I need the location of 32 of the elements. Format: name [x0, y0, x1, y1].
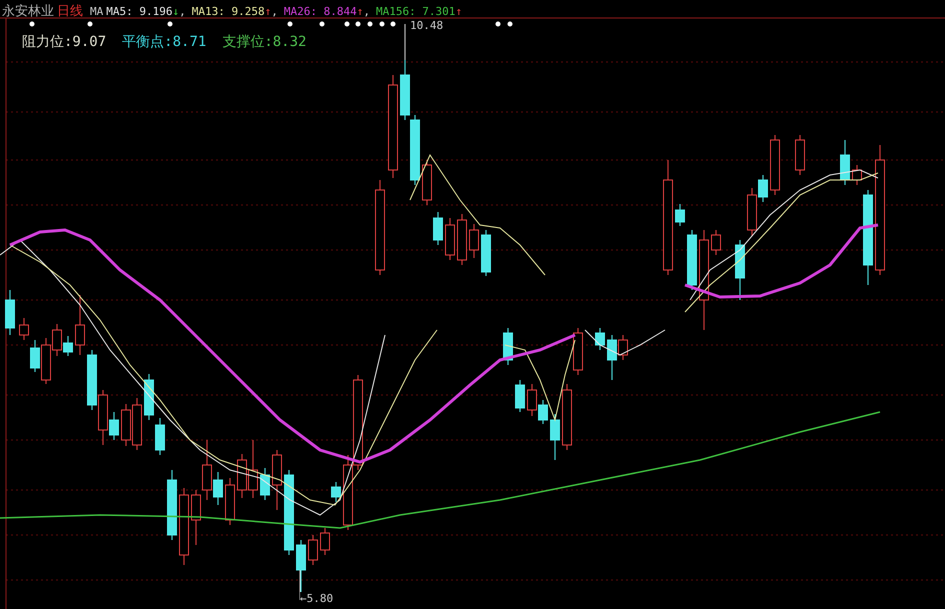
ma-value: MA13: 9.258 — [192, 5, 265, 18]
signal-dot-icon — [390, 22, 396, 26]
signal-dot-icon — [508, 22, 512, 26]
signal-dot-icon — [380, 22, 384, 26]
level-label: 阻力位:9.07 — [22, 33, 106, 51]
indicator-label: MA — [90, 5, 104, 18]
signal-dot-icon — [168, 22, 172, 26]
price-label: ←5.80 — [300, 592, 334, 605]
ma-value: MA26: 8.844 — [284, 5, 357, 18]
stock-name: 永安林业 — [2, 3, 54, 20]
period-label: 日线 — [57, 3, 83, 20]
signal-dot-icon — [88, 22, 92, 26]
signal-dot-icon — [496, 22, 500, 26]
trend-arrow: ↑ — [356, 5, 364, 18]
signal-dot-icon — [344, 22, 350, 26]
signal-dot-icon — [320, 22, 324, 26]
separator: , — [179, 5, 186, 18]
price-label: 10.48 — [410, 19, 444, 32]
separator: , — [363, 5, 370, 18]
level-label: 平衡点:8.71 — [122, 33, 206, 51]
trend-arrow: ↓ — [172, 5, 180, 18]
separator: , — [271, 5, 278, 18]
signal-dot-icon — [30, 22, 34, 26]
signal-dot-icon — [368, 22, 372, 26]
ma-value: MA156: 7.301 — [376, 5, 456, 18]
ma-value: MA5: 9.196 — [106, 5, 172, 18]
trend-arrow: ↑ — [264, 5, 272, 18]
leader-line — [404, 24, 406, 60]
signal-dot-icon — [288, 22, 292, 26]
trend-arrow: ↑ — [455, 5, 462, 18]
level-label: 支撑位:8.32 — [222, 33, 306, 51]
signal-dot-icon — [356, 22, 360, 26]
